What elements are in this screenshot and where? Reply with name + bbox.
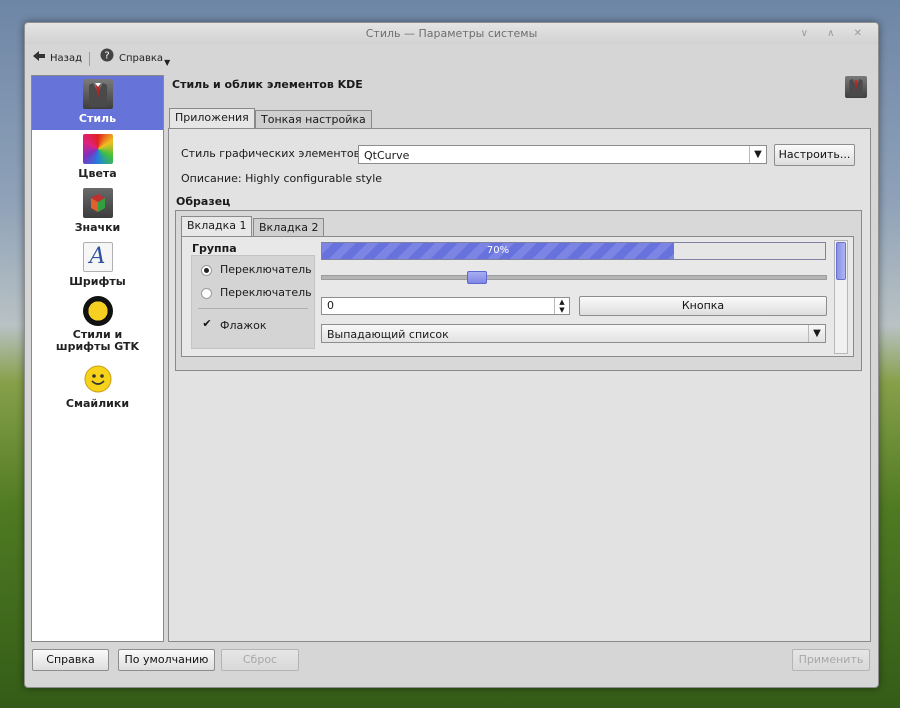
defaults-button[interactable]: По умолчанию — [118, 649, 215, 671]
toolbar: Назад ? Справка ▼ — [25, 45, 878, 73]
sidebar-item-gtk[interactable]: Стили и шрифты GTK — [32, 296, 163, 358]
radio-button-2[interactable] — [201, 288, 212, 299]
sidebar-item-label: Значки — [74, 221, 121, 234]
help-icon: ? — [100, 48, 114, 70]
reset-button[interactable]: Сброс — [221, 649, 299, 671]
radio-label-1: Переключатель — [220, 263, 312, 276]
smiley-icon — [83, 364, 113, 394]
chevron-down-icon: ▼ — [164, 58, 171, 67]
help-label: Справка — [119, 53, 164, 64]
help-menu-button[interactable]: ? Справка ▼ — [100, 48, 170, 70]
window-controls[interactable]: ∨ ∧ ✕ — [801, 23, 870, 44]
tab-fine-tuning[interactable]: Тонкая настройка — [255, 110, 372, 128]
apply-button[interactable]: Применить — [792, 649, 870, 671]
sidebar-item-style[interactable]: Стиль — [32, 76, 163, 130]
group-box: Переключатель Переключатель ✔ Флажок — [191, 255, 315, 349]
sidebar-item-label: Цвета — [78, 167, 117, 180]
widget-style-label: Стиль графических элементов: — [181, 147, 364, 160]
page-title: Стиль и облик элементов KDE — [172, 78, 363, 91]
preview-frame: Вкладка 1 Вкладка 2 Группа Переключатель… — [175, 210, 862, 371]
group-divider — [198, 308, 308, 309]
slider-handle[interactable] — [466, 271, 487, 284]
title-bar[interactable]: Стиль — Параметры системы ∨ ∧ ✕ — [25, 23, 878, 44]
radio-button-1[interactable] — [201, 265, 212, 276]
spin-arrows-icon[interactable]: ▲ ▼ — [554, 298, 569, 314]
content-area: Стиль и облик элементов KDE Приложения Т… — [168, 75, 871, 642]
window-title: Стиль — Параметры системы — [365, 27, 538, 40]
sidebar-item-emoticons[interactable]: Смайлики — [32, 364, 163, 414]
sidebar-item-label: Смайлики — [65, 397, 130, 410]
progress-text: 70% — [486, 245, 510, 256]
icons-icon — [82, 188, 113, 218]
sidebar-item-fonts[interactable]: A Шрифты — [32, 242, 163, 292]
back-label: Назад — [50, 53, 83, 64]
settings-window: Стиль — Параметры системы ∨ ∧ ✕ Назад ? … — [24, 22, 879, 688]
sidebar-item-icons[interactable]: Значки — [32, 188, 163, 238]
radio-label-2: Переключатель — [220, 286, 312, 299]
preview-tab-2[interactable]: Вкладка 2 — [253, 218, 325, 236]
svg-text:?: ? — [104, 51, 109, 62]
checkbox-label: Флажок — [220, 319, 267, 332]
preview-tab-1[interactable]: Вкладка 1 — [181, 216, 253, 236]
toolbar-separator — [89, 52, 90, 66]
spin-box[interactable]: 0 ▲ ▼ — [321, 297, 570, 315]
progress-bar: 70% — [321, 242, 826, 260]
tab-applications[interactable]: Приложения — [169, 108, 255, 128]
arrow-left-icon — [33, 49, 45, 69]
sidebar-item-label: Стили и шрифты GTK — [55, 328, 140, 353]
back-button[interactable]: Назад — [33, 49, 82, 69]
fonts-icon: A — [82, 242, 113, 272]
spin-value: 0 — [327, 299, 334, 312]
preview-scrollbar[interactable] — [834, 240, 848, 354]
sidebar-item-label: Шрифты — [69, 275, 126, 288]
suit-icon — [845, 76, 867, 98]
scrollbar-thumb[interactable] — [836, 242, 846, 280]
group-label: Группа — [192, 242, 237, 255]
sidebar-item-colors[interactable]: Цвета — [32, 134, 163, 184]
sample-dropdown-label: Выпадающий список — [327, 328, 449, 341]
sample-dropdown[interactable]: Выпадающий список ▼ — [321, 324, 826, 343]
widget-style-combo[interactable]: QtCurve ▼ — [358, 145, 767, 164]
style-description: Описание: Highly configurable style — [181, 172, 383, 185]
gtk-icon — [82, 296, 113, 326]
help-button[interactable]: Справка — [32, 649, 109, 671]
category-sidebar: Стиль Цвета Значки A Шрифты Стили и шриф… — [31, 75, 164, 642]
colors-icon — [82, 134, 113, 164]
checkbox[interactable]: ✔ — [201, 318, 213, 330]
configure-button[interactable]: Настроить... — [774, 144, 855, 166]
suit-icon — [82, 79, 113, 109]
widget-style-value: QtCurve — [364, 149, 410, 162]
sample-button[interactable]: Кнопка — [579, 296, 827, 316]
slider-track[interactable] — [321, 275, 827, 280]
sidebar-item-label: Стиль — [78, 112, 117, 125]
preview-label: Образец — [176, 195, 231, 208]
chevron-down-icon: ▼ — [808, 325, 825, 342]
chevron-down-icon: ▼ — [749, 146, 766, 163]
applications-pane: Стиль графических элементов: QtCurve ▼ Н… — [168, 128, 871, 642]
preview-tab-content: Группа Переключатель Переключатель ✔ Фла… — [181, 236, 854, 357]
